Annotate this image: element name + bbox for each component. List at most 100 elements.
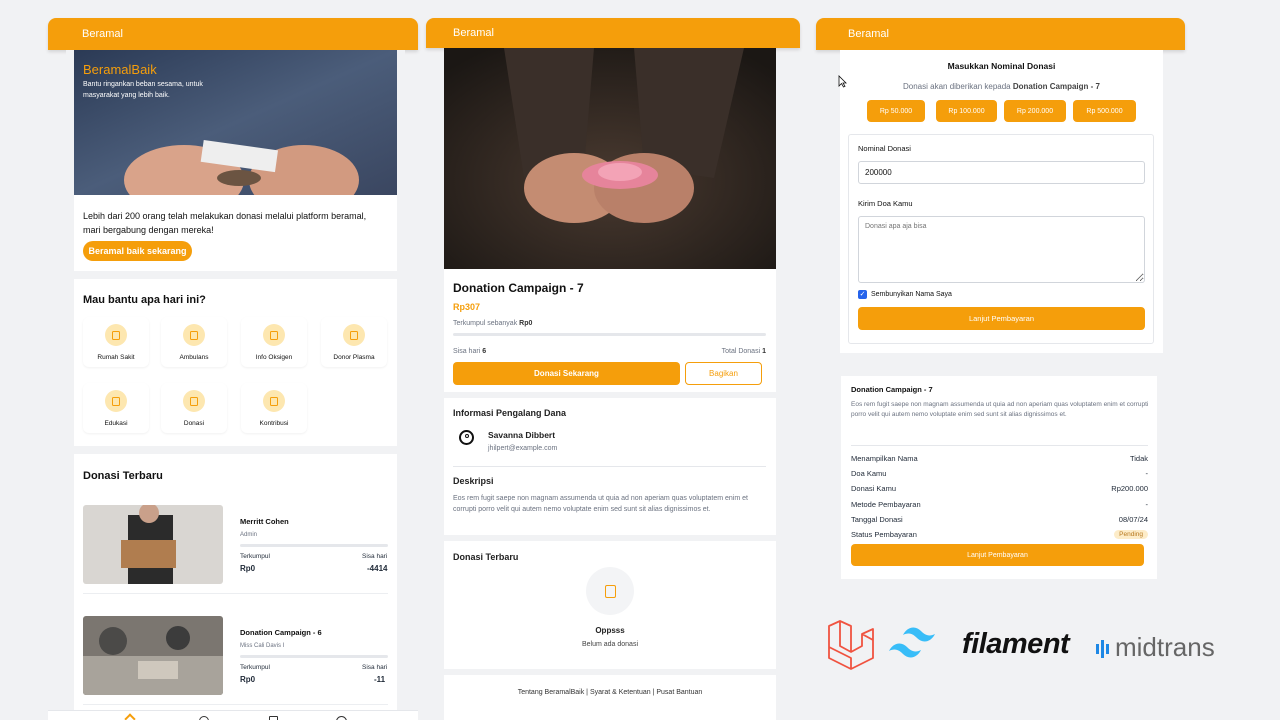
- recent-item-image: [83, 505, 223, 584]
- home-icon[interactable]: [124, 713, 136, 720]
- total-value: 1: [762, 348, 766, 355]
- divider: [83, 704, 388, 705]
- preset-amount-button[interactable]: Rp 200.000: [1004, 100, 1066, 122]
- summary-row-label: Tanggal Donasi: [851, 515, 903, 524]
- summary-row: Doa Kamu -: [851, 469, 1148, 478]
- description-text: Eos rem fugit saepe non magnam assumenda…: [453, 495, 748, 514]
- empty-text: Belum ada donasi: [581, 641, 639, 648]
- collected-value: Rp0: [240, 675, 256, 684]
- continue-payment-button[interactable]: Lanjut Pembayaran: [858, 307, 1145, 330]
- fundraiser-card: Informasi Pengalang Dana Savanna Dibbert…: [444, 398, 776, 535]
- summary-description: Eos rem fugit saepe non magnam assumenda…: [851, 401, 1149, 419]
- collected-label: Terkumpul: [240, 553, 270, 560]
- days-prefix: Sisa hari: [453, 348, 481, 355]
- days-value: -11: [374, 675, 386, 684]
- status-badge: Pending: [1114, 530, 1148, 539]
- summary-row: Menampilkan Nama Tidak: [851, 454, 1148, 463]
- recent-title: Donasi Terbaru: [83, 470, 163, 482]
- empty-state-icon: [586, 567, 634, 615]
- days-label: Sisa hari: [362, 664, 388, 671]
- category-tile[interactable]: Kontribusi: [241, 383, 307, 433]
- user-icon[interactable]: [336, 716, 347, 720]
- campaign-info-card: Donation Campaign - 7 Rp307 Terkumpul se…: [444, 269, 776, 392]
- home-header: Beramal: [48, 18, 418, 50]
- footer-links[interactable]: Tentang BeramalBaik | Syarat & Ketentuan…: [444, 689, 776, 696]
- recent-item-author: Admin: [240, 532, 258, 538]
- recent-item-author: Miss Cali Davis I: [240, 643, 285, 649]
- summary-row-label: Menampilkan Nama: [851, 454, 918, 463]
- category-tile[interactable]: Info Oksigen: [241, 317, 307, 367]
- donate-icon: [183, 390, 205, 412]
- heart-icon[interactable]: [199, 716, 209, 720]
- divider: [83, 593, 388, 594]
- form-subtitle: Donasi akan diberikan kepada Donation Ca…: [840, 82, 1163, 91]
- preset-amount-button[interactable]: Rp 500.000: [1073, 100, 1136, 122]
- detail-header-title: Beramal: [453, 27, 494, 39]
- collected-prefix: Terkumpul sebanyak: [453, 320, 518, 327]
- detail-header: Beramal: [426, 18, 800, 48]
- fundraiser-email: jhilpert@example.com: [488, 445, 558, 452]
- payment-form-card: Masukkan Nominal Donasi Donasi akan dibe…: [840, 50, 1163, 353]
- midtrans-mark-icon: [1096, 638, 1110, 658]
- share-button[interactable]: Bagikan: [685, 362, 762, 385]
- description-title: Deskripsi: [453, 476, 494, 486]
- summary-row-label: Metode Pembayaran: [851, 500, 921, 509]
- hero-title: BeramalBaik: [83, 62, 157, 77]
- detail-recent-title: Donasi Terbaru: [453, 552, 519, 562]
- intro-card: Lebih dari 200 orang telah melakukan don…: [74, 195, 397, 271]
- subtitle-prefix: Donasi akan diberikan kepada: [903, 82, 1011, 91]
- summary-row-label: Donasi Kamu: [851, 484, 897, 493]
- midtrans-logo: midtrans: [1115, 632, 1215, 662]
- divider: [453, 466, 766, 467]
- user-avatar-icon: [459, 430, 474, 445]
- plasma-icon: [343, 324, 365, 346]
- empty-title: Oppsss: [595, 626, 625, 635]
- prayer-textarea[interactable]: [858, 216, 1145, 283]
- days-value: 6: [482, 348, 487, 355]
- bottom-nav: [48, 710, 418, 720]
- clipboard-icon: [263, 390, 285, 412]
- payment-header: Beramal: [816, 18, 1185, 50]
- summary-row: Metode Pembayaran -: [851, 500, 1148, 509]
- preset-amount-button[interactable]: Rp 50.000: [867, 100, 925, 122]
- summary-continue-button[interactable]: Lanjut Pembayaran: [851, 544, 1144, 566]
- bookmark-icon[interactable]: [269, 716, 278, 720]
- recent-item-title[interactable]: Merritt Cohen: [240, 517, 289, 526]
- donate-now-button[interactable]: Donasi Sekarang: [453, 362, 680, 385]
- category-label: Rumah Sakit: [97, 354, 135, 361]
- campaign-image: [444, 48, 776, 269]
- form-title: Masukkan Nominal Donasi: [947, 61, 1056, 71]
- category-tile[interactable]: Donor Plasma: [321, 317, 387, 367]
- summary-row: Status Pembayaran Pending: [851, 530, 1148, 539]
- subtitle-campaign: Donation Campaign - 7: [1012, 82, 1100, 91]
- summary-row-value: Rp200.000: [1111, 484, 1148, 493]
- days-line: Sisa hari 6: [453, 348, 486, 355]
- detail-recent-card: Donasi Terbaru Oppsss Belum ada donasi: [444, 541, 776, 669]
- category-label: Info Oksigen: [255, 354, 293, 361]
- tailwind-logo-icon: [889, 627, 935, 658]
- preset-amount-button[interactable]: Rp 100.000: [936, 100, 997, 122]
- days-label: Sisa hari: [362, 553, 388, 560]
- hide-name-checkbox[interactable]: ✓: [858, 290, 867, 299]
- category-tile[interactable]: Rumah Sakit: [83, 317, 149, 367]
- oxygen-icon: [263, 324, 285, 346]
- ambulance-icon: [183, 324, 205, 346]
- category-tile[interactable]: Ambulans: [161, 317, 227, 367]
- divider: [851, 445, 1148, 446]
- amount-input[interactable]: [858, 161, 1145, 184]
- fundraiser-section-title: Informasi Pengalang Dana: [453, 408, 567, 418]
- summary-row-value: -: [1145, 500, 1149, 509]
- cta-button[interactable]: Beramal baik sekarang: [83, 241, 192, 261]
- hospital-icon: [105, 324, 127, 346]
- recent-item-title[interactable]: Donation Campaign - 6: [240, 628, 322, 637]
- home-header-title: Beramal: [82, 28, 123, 40]
- laravel-logo-icon: [828, 620, 874, 670]
- category-tile[interactable]: Edukasi: [83, 383, 149, 433]
- category-tile[interactable]: Donasi: [161, 383, 227, 433]
- summary-row-value: 08/07/24: [1118, 515, 1148, 524]
- detail-footer: Tentang BeramalBaik | Syarat & Ketentuan…: [444, 675, 776, 720]
- category-label: Donor Plasma: [333, 354, 375, 361]
- payment-header-title: Beramal: [848, 28, 889, 40]
- collected-line: Terkumpul sebanyak Rp0: [453, 320, 532, 327]
- category-label: Edukasi: [104, 420, 128, 427]
